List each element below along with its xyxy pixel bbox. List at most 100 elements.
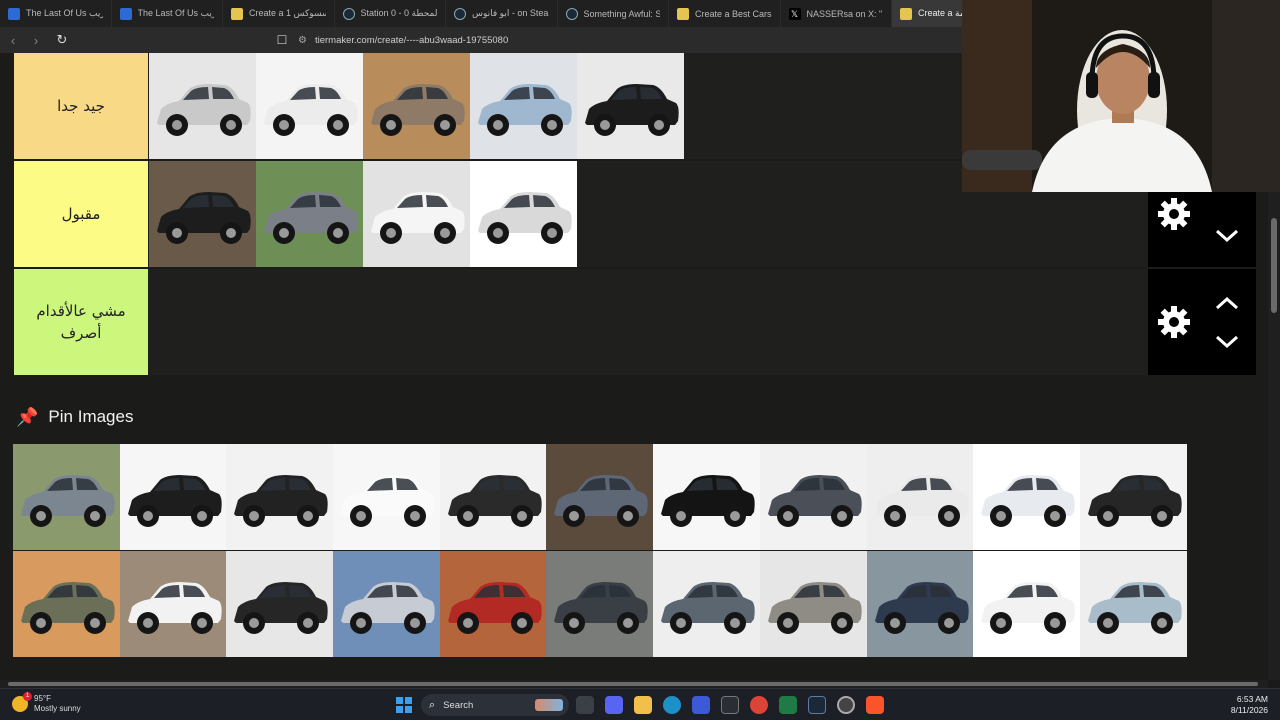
pool-car-image[interactable] (119, 550, 227, 658)
pool-car-image[interactable] (333, 444, 440, 551)
browser-tab[interactable]: Create a الاكسسوكس 1 (223, 0, 335, 27)
search-placeholder: Search (443, 699, 474, 711)
car-image (470, 53, 577, 159)
car-image (866, 550, 974, 657)
system-clock[interactable]: 6:53 AM 8/11/2026 (1231, 694, 1268, 716)
gear-icon[interactable] (1156, 196, 1192, 232)
start-button[interactable] (396, 697, 412, 713)
pool-car-image[interactable] (439, 550, 547, 658)
weather-widget[interactable]: 1 95°F Mostly sunny (12, 692, 81, 714)
back-icon[interactable]: ‹ (3, 30, 23, 50)
browser-tab[interactable]: Station 0 - 0 المحطة (335, 0, 446, 27)
pool-car-image[interactable] (226, 444, 334, 551)
tier-row: مشي عالأقدام أصرف (14, 269, 1256, 375)
vertical-scroll-thumb[interactable] (1271, 218, 1277, 313)
weather-temperature: 95°F (34, 694, 51, 703)
pool-car-image[interactable] (439, 444, 547, 551)
gear-icon[interactable] (1156, 304, 1192, 340)
tier-car-image[interactable] (363, 161, 470, 267)
browser-tab[interactable]: The Last Of Us تعريب (112, 0, 223, 27)
pool-car-image[interactable] (759, 550, 867, 658)
bookmark-icon[interactable]: ☐ (272, 30, 292, 50)
browser-tab[interactable]: ابو فانوس - on Steam (446, 0, 558, 27)
pool-car-image[interactable] (1079, 444, 1187, 551)
tier-car-image[interactable] (577, 53, 684, 159)
reload-icon[interactable]: ↻ (52, 30, 72, 50)
weather-condition: Mostly sunny (34, 704, 81, 713)
car-image (653, 444, 760, 550)
car-image (149, 53, 256, 159)
car-image (333, 550, 440, 657)
pin-images-title: Pin Images (48, 407, 134, 426)
pool-car-image[interactable] (13, 550, 120, 658)
chrome-icon[interactable] (750, 696, 768, 714)
tier-label[interactable]: مشي عالأقدام أصرف (14, 269, 148, 375)
tab-title: Something Awful: Str (583, 8, 661, 19)
pool-car-image[interactable] (866, 550, 974, 658)
tier-car-image[interactable] (256, 161, 363, 267)
pool-car-image[interactable] (546, 550, 654, 658)
browser-tab[interactable]: Something Awful: Str (558, 0, 669, 27)
tab-title: The Last Of Us تعريب (26, 8, 103, 18)
car-image (653, 550, 760, 657)
site-info-icon[interactable]: ⚙ (298, 35, 307, 46)
pool-car-image[interactable] (13, 444, 120, 551)
forward-icon[interactable]: › (26, 30, 46, 50)
chevron-down-icon[interactable] (1214, 228, 1240, 244)
store-icon[interactable] (692, 696, 710, 714)
pool-car-image[interactable] (973, 444, 1080, 551)
weather-icon: 1 (12, 692, 32, 712)
tab-title: Create a الاكسسوكس 1 (249, 8, 326, 18)
tab-title: NASSERsa on X: "@3 (806, 8, 884, 19)
car-image (256, 161, 363, 267)
brave-icon[interactable] (866, 696, 884, 714)
pool-car-image[interactable] (546, 444, 654, 551)
pool-car-image[interactable] (866, 444, 974, 551)
tiermaker-icon (231, 7, 243, 20)
tier-car-image[interactable] (470, 161, 577, 267)
chevron-down-icon[interactable] (1214, 334, 1240, 350)
pool-car-image[interactable] (759, 444, 867, 551)
car-image (226, 444, 334, 550)
car-image (759, 444, 867, 550)
car-image (333, 444, 440, 550)
horizontal-scroll-thumb[interactable] (8, 682, 1258, 686)
tier-car-image[interactable] (149, 161, 256, 267)
taskbar-search[interactable]: ⌕ Search (421, 694, 569, 716)
task-view-icon[interactable] (576, 696, 594, 714)
car-image (439, 444, 547, 550)
horizontal-scrollbar[interactable] (0, 680, 1268, 688)
tier-label[interactable]: مقبول (14, 161, 148, 267)
excel-icon[interactable] (779, 696, 797, 714)
browser-tab[interactable]: 𝕏 NASSERsa on X: "@3 (781, 0, 892, 27)
pool-car-image[interactable] (226, 550, 334, 658)
browser-tab[interactable]: The Last Of Us تعريب (0, 0, 112, 27)
tier-label[interactable]: جيد جدا (14, 53, 148, 159)
car-image (759, 550, 867, 657)
tier-car-image[interactable] (256, 53, 363, 159)
edge-icon[interactable] (663, 696, 681, 714)
url-field[interactable]: ⚙ tiermaker.com/create/----abu3waad-1975… (298, 30, 968, 50)
clock-date: 8/11/2026 (1230, 705, 1268, 715)
app-icon[interactable] (721, 696, 739, 714)
car-image (13, 444, 120, 550)
browser-tab[interactable]: Create a Best Cars Tie (669, 0, 781, 27)
pool-car-image[interactable] (333, 550, 440, 658)
tier-car-image[interactable] (363, 53, 470, 159)
tier-car-image[interactable] (149, 53, 256, 159)
discord-icon[interactable] (605, 696, 623, 714)
car-image (973, 444, 1080, 550)
pool-car-image[interactable] (973, 550, 1080, 658)
chevron-up-icon[interactable] (1214, 295, 1240, 311)
image-pool (13, 444, 1187, 657)
steam-icon (565, 7, 578, 20)
obs-icon[interactable] (837, 696, 855, 714)
car-image (470, 161, 577, 267)
pool-car-image[interactable] (653, 444, 760, 551)
pool-car-image[interactable] (1079, 550, 1187, 658)
pool-car-image[interactable] (653, 550, 760, 658)
tier-car-image[interactable] (470, 53, 577, 159)
file-explorer-icon[interactable] (634, 696, 652, 714)
steam-icon[interactable] (808, 696, 826, 714)
pool-car-image[interactable] (119, 444, 227, 551)
